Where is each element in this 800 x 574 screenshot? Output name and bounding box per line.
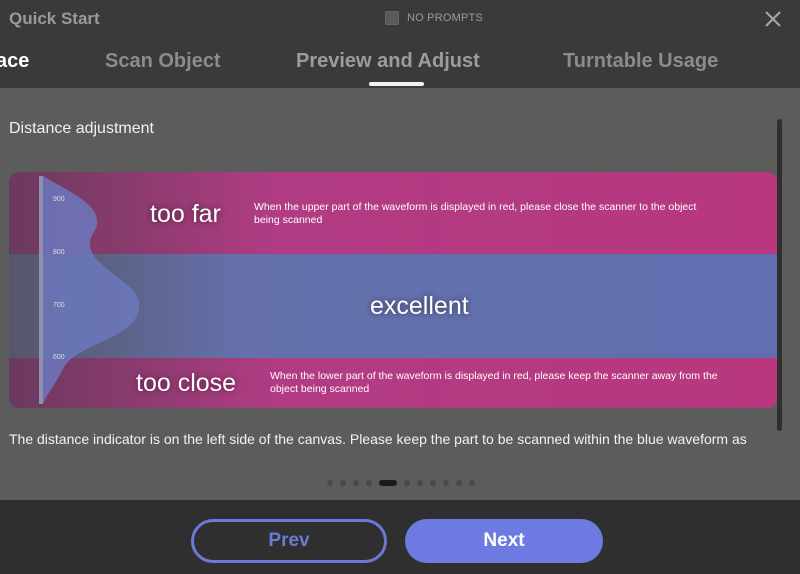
page-dot[interactable]: [327, 480, 333, 486]
too-close-text: When the lower part of the waveform is d…: [270, 370, 718, 395]
scale-tick-label: 700: [53, 302, 65, 309]
excellent-label: excellent: [370, 292, 469, 320]
too-far-label: too far: [150, 200, 221, 228]
page-dot-active[interactable]: [379, 480, 397, 486]
scale-tick-label: 900: [53, 196, 65, 203]
content-area: Distance adjustment 900 800 700 600 too …: [0, 88, 800, 500]
footer-bar: Prev Next: [0, 500, 800, 574]
too-far-text: When the upper part of the waveform is d…: [254, 201, 697, 226]
page-dot[interactable]: [443, 480, 449, 486]
prev-button[interactable]: Prev: [191, 519, 387, 563]
title-bar: Quick Start NO PROMPTS: [0, 0, 800, 38]
page-dot[interactable]: [417, 480, 423, 486]
page-dot[interactable]: [469, 480, 475, 486]
tab-bar: ace Scan Object Preview and Adjust Turnt…: [0, 38, 800, 88]
page-dot[interactable]: [404, 480, 410, 486]
no-prompts-checkbox[interactable]: [385, 11, 399, 25]
no-prompts-toggle[interactable]: NO PROMPTS: [385, 11, 483, 25]
tab-place[interactable]: ace: [0, 50, 29, 73]
next-button[interactable]: Next: [405, 519, 603, 563]
distance-illustration: 900 800 700 600 too far When the upper p…: [9, 172, 777, 408]
page-dot[interactable]: [430, 480, 436, 486]
page-dot[interactable]: [353, 480, 359, 486]
tab-scan-object[interactable]: Scan Object: [105, 50, 221, 73]
scale-tick-label: 800: [53, 249, 65, 256]
window-title: Quick Start: [9, 9, 100, 28]
tab-turntable-usage[interactable]: Turntable Usage: [563, 50, 718, 73]
close-icon[interactable]: [760, 6, 786, 32]
pagination-dots: [327, 480, 475, 486]
page-dot[interactable]: [340, 480, 346, 486]
page-dot[interactable]: [456, 480, 462, 486]
section-description: The distance indicator is on the left si…: [9, 431, 747, 447]
active-tab-indicator: [369, 82, 424, 86]
tab-preview-and-adjust[interactable]: Preview and Adjust: [296, 50, 480, 73]
scrollbar[interactable]: [777, 119, 782, 431]
scale-tick-label: 600: [53, 354, 65, 361]
page-dot[interactable]: [366, 480, 372, 486]
no-prompts-label: NO PROMPTS: [407, 12, 483, 24]
too-close-label: too close: [136, 369, 237, 397]
section-title: Distance adjustment: [9, 120, 154, 137]
